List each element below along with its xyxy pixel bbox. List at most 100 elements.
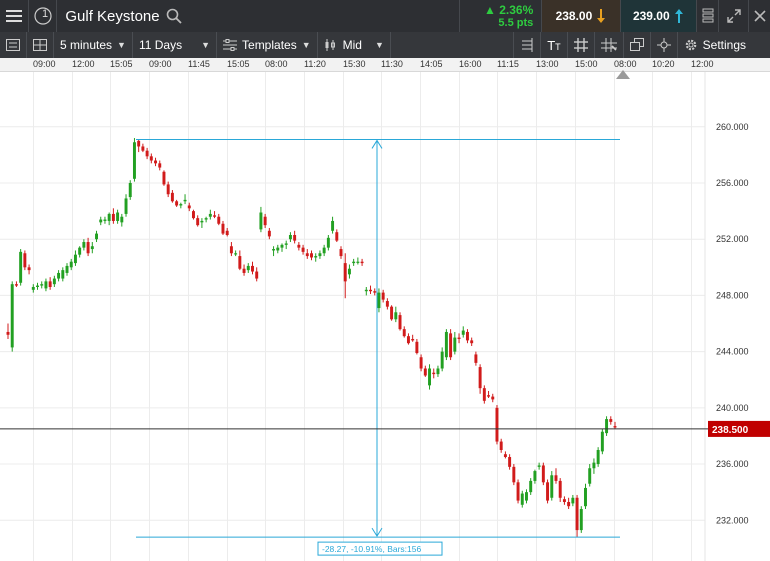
candle-body — [512, 466, 516, 483]
candle-body — [276, 247, 280, 251]
close-button[interactable] — [748, 0, 770, 32]
candle-body — [554, 475, 558, 481]
settings-button[interactable]: Settings — [676, 32, 770, 58]
candle-body — [128, 183, 132, 198]
crosshair-button[interactable] — [649, 32, 677, 58]
alert-button[interactable]: 1 — [29, 0, 58, 32]
candle-body — [436, 368, 440, 375]
candle-body — [529, 480, 533, 493]
candle-body — [478, 367, 482, 389]
price-type-select[interactable]: Mid ▼ — [318, 32, 391, 58]
candle-up — [204, 216, 208, 223]
candle-up — [588, 464, 592, 487]
candle-up — [259, 206, 263, 233]
candle-body — [508, 457, 512, 467]
candle-down — [111, 208, 115, 224]
candle-body — [596, 449, 600, 465]
candle-up — [461, 326, 465, 338]
candle-down — [406, 333, 410, 345]
candle-down — [487, 390, 491, 398]
expand-button[interactable] — [718, 0, 748, 32]
candle-down — [470, 337, 474, 347]
candle-up — [331, 216, 335, 234]
candle-body — [208, 213, 212, 217]
candle-body — [482, 388, 486, 401]
price-chart[interactable]: 260.000 256.000 252.000 248.000 244.000 240.0… — [0, 72, 770, 561]
candle-down — [255, 267, 259, 282]
candle-body — [116, 212, 120, 221]
price-type-value: Mid — [342, 38, 362, 52]
candle-up — [288, 232, 292, 243]
menu-button[interactable] — [0, 0, 29, 32]
candle-down — [213, 211, 217, 219]
templates-select[interactable]: Templates ▼ — [217, 32, 318, 58]
candle-body — [406, 336, 410, 344]
sell-button[interactable]: 238.00 — [541, 0, 620, 32]
candle-up — [116, 209, 120, 224]
candle-up — [90, 242, 94, 254]
candle-body — [390, 306, 394, 320]
candle-body — [158, 163, 162, 168]
candle-body — [305, 253, 309, 257]
layout-button[interactable] — [27, 32, 54, 58]
candle-body — [179, 204, 183, 206]
candle-body — [259, 212, 263, 230]
caret-down-icon: ▼ — [374, 40, 384, 50]
candle-body — [343, 263, 347, 282]
buy-button[interactable]: 239.00 — [619, 0, 696, 32]
measure-label: -28.27, -10.91%, Bars:156 — [322, 544, 422, 554]
candle-body — [238, 256, 242, 269]
text-tool-button[interactable]: TT — [540, 32, 566, 58]
time-tick-label: 09:00 — [33, 59, 56, 69]
chart-toolbar: 5 minutes ▼ 11 Days ▼ Templates ▼ Mid ▼ … — [0, 32, 770, 58]
interval-select[interactable]: 5 minutes ▼ — [54, 32, 133, 58]
candle-body — [221, 223, 225, 234]
candle-body — [44, 281, 48, 289]
grid-toggle-button[interactable] — [566, 32, 594, 58]
candle-up — [440, 347, 444, 372]
candle-up — [579, 506, 583, 533]
templates-label: Templates — [242, 38, 297, 52]
candle-down — [162, 170, 166, 186]
candle-down — [398, 312, 402, 331]
chart-list-button[interactable] — [0, 32, 27, 58]
indicators-button[interactable] — [513, 32, 540, 58]
candle-body — [470, 340, 474, 344]
expand-icon — [726, 9, 741, 23]
candle-down — [415, 338, 419, 355]
settings-label: Settings — [702, 38, 746, 52]
templates-icon — [223, 39, 238, 51]
candle-body — [339, 249, 343, 257]
candle-up — [356, 257, 360, 265]
candle-down — [175, 199, 179, 207]
candle-body — [73, 254, 77, 264]
candle-body — [444, 331, 448, 358]
search-icon[interactable] — [166, 8, 182, 24]
change-percent: 2.36% — [499, 3, 534, 17]
time-tick-label: 08:00 — [614, 59, 637, 69]
candle-body — [369, 289, 372, 292]
candle-body — [314, 256, 318, 258]
ladder-button[interactable] — [696, 0, 718, 32]
candle-up — [592, 458, 596, 474]
candle-up — [314, 253, 318, 262]
candle-body — [124, 198, 128, 214]
candle-up — [596, 447, 600, 467]
text-tool-icon: TT — [547, 37, 561, 53]
candle-down — [457, 333, 461, 344]
candle-up — [44, 278, 48, 292]
candle-down — [221, 220, 225, 235]
grid-layout-icon — [33, 39, 47, 51]
range-select[interactable]: 11 Days ▼ — [133, 32, 218, 58]
candle-body — [356, 261, 360, 263]
candle-down — [567, 497, 571, 510]
candle-body — [272, 249, 276, 251]
windows-icon — [629, 38, 644, 51]
windows-button[interactable] — [622, 32, 650, 58]
candle-body — [297, 244, 301, 248]
candle-down — [499, 438, 503, 453]
crosshair-grid-button[interactable] — [593, 32, 623, 58]
instrument-title: Gulf Keystone — [57, 0, 458, 32]
candle-body — [373, 291, 377, 293]
candle-down — [170, 190, 174, 203]
